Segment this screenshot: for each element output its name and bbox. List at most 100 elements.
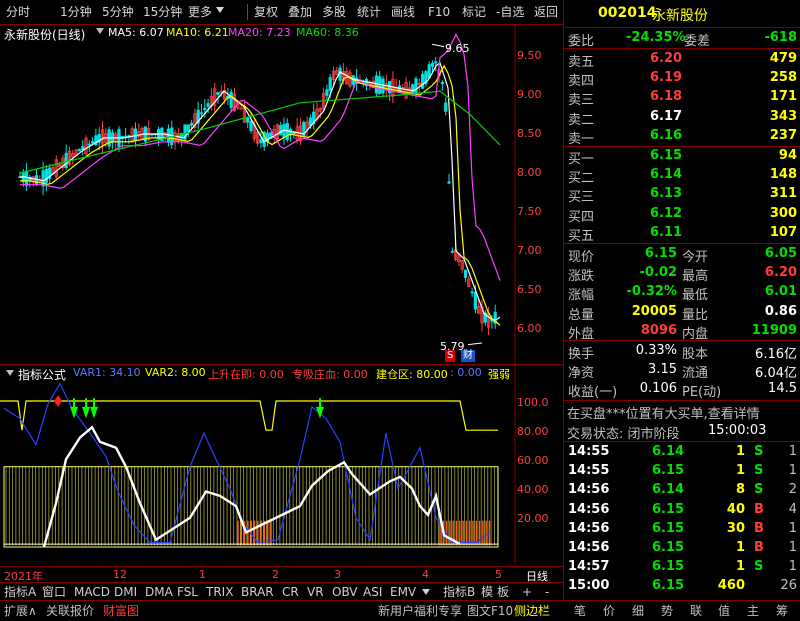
toolbar-f10-button[interactable]: F10 <box>428 3 450 21</box>
kline-chart[interactable]: 永新股份(日线) MA5: 6.07 MA10: 6.21 MA20: 7.23… <box>0 24 563 364</box>
footer-tab-lian[interactable]: 联 <box>690 603 702 619</box>
sell-marker[interactable]: S <box>445 350 456 362</box>
notice-row[interactable]: 在买盘***位置有大买单,查看详情 <box>564 402 800 422</box>
footer-bar: 扩展∧ 关联报价 财富图 新用户福利专享 图文F10 侧边栏 笔 价 细 势 联… <box>0 600 800 621</box>
finance-label: PE(动) <box>682 385 722 401</box>
indicator-chart[interactable]: 指标公式 VAR1: 34.10 VAR2: 8.00 上升在即: 0.00 专… <box>0 364 563 566</box>
tab-board[interactable]: 板 <box>497 584 509 600</box>
buy-level-row[interactable]: 买三 6.13 311 <box>564 185 800 205</box>
indicator-name[interactable]: 指标公式 <box>18 366 66 383</box>
new-user-link[interactable]: 新用户福利专享 <box>378 603 462 619</box>
tab-brar[interactable]: BRAR <box>241 584 274 600</box>
footer-tab-chou[interactable]: 筹 <box>776 603 788 619</box>
toolbar-zixuan-button[interactable]: -自选 <box>496 3 524 21</box>
tab-dmi[interactable]: DMI <box>114 584 137 600</box>
chevron-down-icon[interactable] <box>6 370 14 376</box>
level-label: 卖三 <box>568 93 595 109</box>
time-label: 12 <box>113 568 127 581</box>
indicator-chart-canvas[interactable] <box>0 364 563 566</box>
level-price: 6.11 <box>650 224 683 240</box>
toolbar-separator <box>247 4 248 20</box>
toolbar-diejia-button[interactable]: 叠加 <box>288 3 312 21</box>
candle-body <box>259 139 263 144</box>
high-pointer <box>431 43 445 48</box>
toolbar-more-button[interactable]: 更多 <box>188 3 212 21</box>
candle-body <box>64 152 68 168</box>
var2-label: VAR2: 8.00 <box>145 366 206 379</box>
footer-tab-zhu[interactable]: 主 <box>747 603 759 619</box>
candle-body <box>440 81 445 84</box>
kline-chart-canvas[interactable] <box>0 24 563 364</box>
divider <box>564 441 800 442</box>
expand-button[interactable]: 扩展∧ <box>4 603 37 619</box>
toolbar-fuquan-button[interactable]: 复权 <box>254 3 278 21</box>
notice-text[interactable]: 在买盘***位置有大买单,查看详情 <box>567 403 760 422</box>
buy-level-row[interactable]: 买五 6.11 107 <box>564 224 800 244</box>
zoom-out-button[interactable]: - <box>545 584 549 600</box>
footer-tab-bi[interactable]: 笔 <box>574 603 586 619</box>
finance-marker[interactable]: 财 <box>461 350 475 362</box>
tab-emv[interactable]: EMV <box>390 584 416 600</box>
tab-fsl[interactable]: FSL <box>177 584 198 600</box>
stat-label: 涨幅 <box>568 288 595 304</box>
toolbar-1min-button[interactable]: 1分钟 <box>60 3 92 21</box>
time-label: 1 <box>199 568 206 581</box>
sell-level-row[interactable]: 卖一 6.16 237 <box>564 127 800 147</box>
tab-trix[interactable]: TRIX <box>206 584 233 600</box>
time-label: 3 <box>334 568 341 581</box>
tab-vr[interactable]: VR <box>307 584 324 600</box>
stat-value: 6.05 <box>764 246 797 261</box>
toolbar-15min-button[interactable]: 15分钟 <box>143 3 182 21</box>
tab-cr[interactable]: CR <box>282 584 299 600</box>
buy-level-row[interactable]: 买一 6.15 94 <box>564 147 800 167</box>
toolbar-biaoji-button[interactable]: 标记 <box>462 3 486 21</box>
tab-macd[interactable]: MACD <box>74 584 110 600</box>
tab-indicator-a[interactable]: 指标A <box>4 584 36 600</box>
toolbar-fenshi-button[interactable]: 分时 <box>6 3 30 21</box>
wealth-chart-tab[interactable]: 财富图 <box>103 603 139 619</box>
tab-asi[interactable]: ASI <box>363 584 382 600</box>
level-price: 6.16 <box>650 127 683 143</box>
chevron-down-icon[interactable] <box>96 28 104 34</box>
footer-tab-jia[interactable]: 价 <box>603 603 615 619</box>
f10-link[interactable]: 图文F10 <box>467 603 513 619</box>
buy-level-row[interactable]: 买四 6.12 300 <box>564 205 800 225</box>
related-quote-tab[interactable]: 关联报价 <box>46 603 94 619</box>
buy-level-row[interactable]: 买二 6.14 148 <box>564 166 800 186</box>
footer-tab-xi[interactable]: 细 <box>632 603 644 619</box>
tab-obv[interactable]: OBV <box>332 584 358 600</box>
stat-row: 涨幅 -0.32% 最低 6.01 <box>564 283 800 304</box>
diamond-icon <box>54 395 62 407</box>
ma10-label: MA10: 6.21 <box>166 26 229 39</box>
tab-indicator-b[interactable]: 指标B <box>443 584 475 600</box>
sell-level-row[interactable]: 卖四 6.19 258 <box>564 69 800 89</box>
level-price: 6.19 <box>650 70 683 86</box>
zoom-in-button[interactable]: + <box>522 584 532 600</box>
level-volume: 479 <box>769 51 797 66</box>
level-price: 6.15 <box>650 148 683 163</box>
footer-tab-shi[interactable]: 势 <box>661 603 673 619</box>
tab-template[interactable]: 模 <box>481 584 493 600</box>
candle-body <box>246 117 250 123</box>
y-tick: 40.00 <box>517 483 549 496</box>
footer-tab-zhi[interactable]: 值 <box>718 603 730 619</box>
sell-level-row[interactable]: 卖二 6.17 343 <box>564 108 800 128</box>
chevron-down-icon[interactable] <box>216 7 224 13</box>
toolbar-back-button[interactable]: 返回 <box>534 3 558 21</box>
tab-dma[interactable]: DMA <box>145 584 173 600</box>
level-volume: 171 <box>769 89 797 105</box>
tab-window[interactable]: 窗口 <box>42 584 66 600</box>
tick-price: 6.15 <box>652 463 685 479</box>
candle-body <box>325 89 329 96</box>
chevron-down-icon[interactable] <box>422 589 430 595</box>
toolbar-5min-button[interactable]: 5分钟 <box>102 3 134 21</box>
toolbar-tongji-button[interactable]: 统计 <box>357 3 381 21</box>
toolbar-huaxian-button[interactable]: 画线 <box>391 3 415 21</box>
sell-level-row[interactable]: 卖三 6.18 171 <box>564 88 800 109</box>
sidebar-toggle[interactable]: 侧边栏 <box>514 603 550 619</box>
toolbar-duogu-button[interactable]: 多股 <box>322 3 346 21</box>
sell-level-row[interactable]: 卖五 6.20 479 <box>564 50 800 70</box>
tick-volume: 40 <box>726 501 745 517</box>
y-tick: 9.50 <box>517 49 542 62</box>
y-tick: 7.50 <box>517 205 542 218</box>
